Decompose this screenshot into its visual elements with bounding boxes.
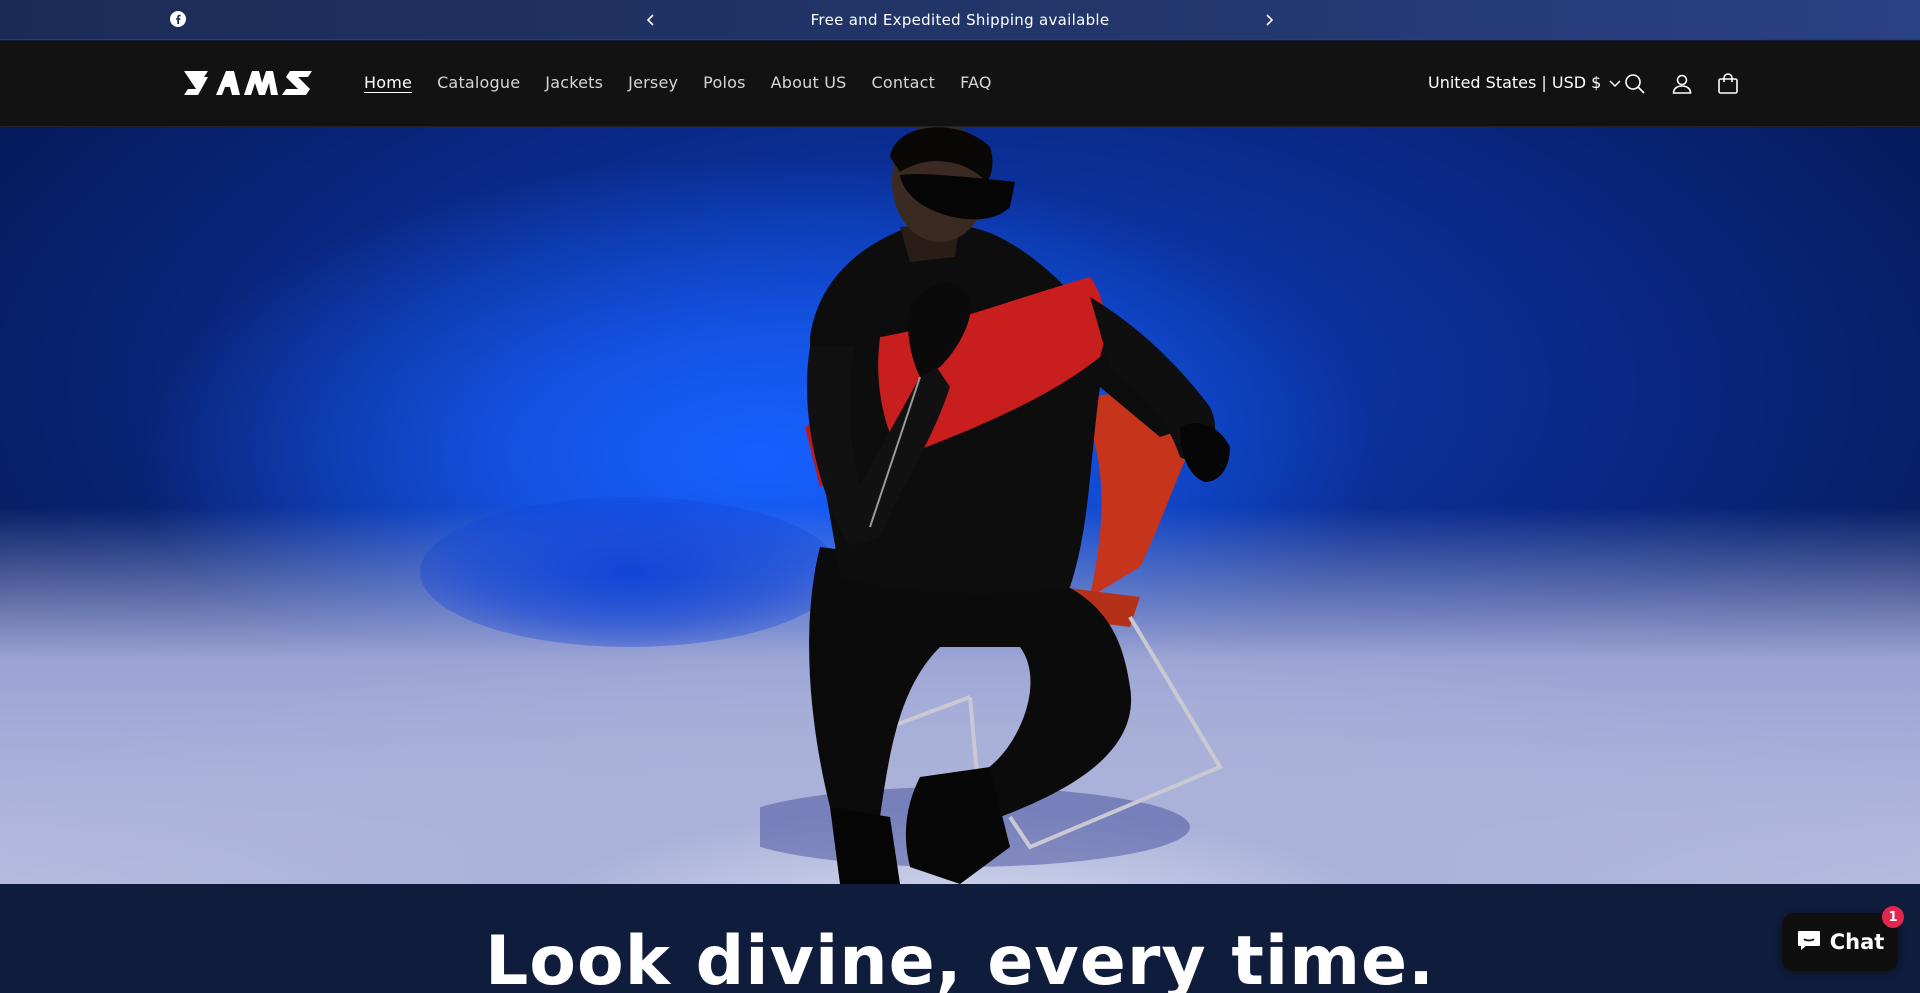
currency-label: United States | USD $ xyxy=(1428,73,1602,92)
chevron-left-icon[interactable] xyxy=(640,9,662,31)
chevron-down-icon xyxy=(1609,73,1621,92)
nav-polos[interactable]: Polos xyxy=(703,73,745,92)
chevron-right-icon[interactable] xyxy=(1258,9,1280,31)
chat-icon xyxy=(1796,928,1822,957)
nav-jackets[interactable]: Jackets xyxy=(545,73,603,92)
tagline-section: Look divine, every time. xyxy=(0,884,1920,993)
hero-banner xyxy=(0,127,1920,884)
currency-selector[interactable]: United States | USD $ xyxy=(1428,73,1621,92)
nav-catalogue[interactable]: Catalogue xyxy=(437,73,520,92)
cart-icon[interactable] xyxy=(1715,71,1741,97)
chat-label: Chat xyxy=(1829,930,1885,954)
nav-about-us[interactable]: About US xyxy=(771,73,847,92)
chat-button[interactable]: Chat 1 xyxy=(1782,906,1904,971)
site-header: Home Catalogue Jackets Jersey Polos Abou… xyxy=(0,41,1920,127)
search-icon[interactable] xyxy=(1622,71,1648,97)
nav-faq[interactable]: FAQ xyxy=(960,73,992,92)
announcement-message: Free and Expedited Shipping available xyxy=(810,11,1110,29)
notification-badge: 1 xyxy=(1882,906,1904,928)
logo[interactable] xyxy=(182,69,314,97)
nav-home[interactable]: Home xyxy=(364,73,412,92)
announcement-bar: Free and Expedited Shipping available xyxy=(0,0,1920,40)
nav-jersey[interactable]: Jersey xyxy=(628,73,678,92)
nav-contact[interactable]: Contact xyxy=(871,73,935,92)
hero-model-image xyxy=(760,127,1230,884)
facebook-icon[interactable] xyxy=(170,11,186,27)
main-nav: Home Catalogue Jackets Jersey Polos Abou… xyxy=(364,73,1017,92)
page-title: Look divine, every time. xyxy=(484,922,1436,993)
account-icon[interactable] xyxy=(1669,71,1695,97)
